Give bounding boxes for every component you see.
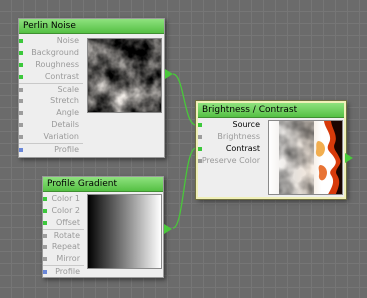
- result-preview-thumbnail: [268, 120, 343, 195]
- port-details[interactable]: Details: [19, 119, 83, 131]
- port-connector-icon[interactable]: [43, 245, 47, 249]
- port-label: Repeat: [51, 242, 80, 251]
- port-connector-icon[interactable]: [19, 99, 23, 103]
- port-label: Preserve Color: [201, 156, 260, 165]
- port-label: Variation: [43, 132, 80, 141]
- port-connector-icon[interactable]: [198, 135, 202, 139]
- noise-preview-thumbnail: [87, 38, 162, 113]
- port-label: Scale: [57, 85, 79, 94]
- node-brightness-contrast[interactable]: Brightness / Contrast Source Brightness …: [196, 101, 353, 199]
- port-color-2[interactable]: Color 2: [43, 205, 84, 217]
- port-connector-icon[interactable]: [198, 123, 202, 127]
- port-connector-icon[interactable]: [19, 148, 23, 152]
- port-label: Color 2: [51, 206, 80, 215]
- port-label: Profile: [55, 267, 80, 276]
- port-label: Mirror: [56, 254, 80, 263]
- port-label: Contrast: [225, 144, 260, 153]
- port-label: Noise: [56, 36, 79, 45]
- result-preview-image: [269, 121, 342, 194]
- noise-preview-image: [88, 39, 161, 112]
- port-stretch[interactable]: Stretch: [19, 95, 83, 107]
- port-mirror[interactable]: Mirror: [43, 253, 84, 265]
- port-label: Color 1: [51, 194, 80, 203]
- port-label: Source: [232, 120, 260, 129]
- port-label: Stretch: [50, 96, 79, 105]
- port-label: Rotate: [53, 231, 80, 240]
- port-label: Background: [31, 48, 79, 57]
- output-port-icon[interactable]: [165, 69, 173, 79]
- port-connector-icon[interactable]: [198, 147, 202, 151]
- port-source[interactable]: Source: [198, 119, 264, 131]
- port-connector-icon[interactable]: [19, 88, 23, 92]
- port-connector-icon[interactable]: [198, 159, 202, 163]
- port-label: Brightness: [217, 132, 260, 141]
- node-title[interactable]: Profile Gradient: [43, 177, 163, 192]
- port-roughness[interactable]: Roughness: [19, 59, 83, 71]
- port-offset[interactable]: Offset: [43, 217, 84, 229]
- port-connector-icon[interactable]: [19, 111, 23, 115]
- port-list: Color 1 Color 2 Offset Rotate Repeat Mir…: [43, 193, 84, 277]
- port-connector-icon[interactable]: [43, 257, 47, 261]
- port-label: Details: [51, 120, 79, 129]
- port-angle[interactable]: Angle: [19, 107, 83, 119]
- port-label: Contrast: [44, 72, 79, 81]
- port-background[interactable]: Background: [19, 47, 83, 59]
- port-connector-icon[interactable]: [19, 135, 23, 139]
- port-color-1[interactable]: Color 1: [43, 193, 84, 205]
- port-connector-icon[interactable]: [43, 197, 47, 201]
- port-preserve-color[interactable]: Preserve Color: [198, 155, 264, 167]
- port-contrast[interactable]: Contrast: [198, 143, 264, 155]
- port-connector-icon[interactable]: [43, 209, 47, 213]
- port-repeat[interactable]: Repeat: [43, 241, 84, 253]
- port-noise[interactable]: Noise: [19, 35, 83, 47]
- port-label: Profile: [54, 145, 79, 154]
- port-rotate[interactable]: Rotate: [43, 229, 84, 241]
- port-connector-icon[interactable]: [19, 63, 23, 67]
- wire-perlin-to-source: [172, 73, 197, 126]
- port-profile[interactable]: Profile: [19, 143, 83, 155]
- port-connector-icon[interactable]: [43, 234, 47, 238]
- port-brightness[interactable]: Brightness: [198, 131, 264, 143]
- node-title[interactable]: Perlin Noise: [19, 19, 164, 34]
- port-connector-icon[interactable]: [19, 75, 23, 79]
- port-list: Noise Background Roughness Contrast Scal…: [19, 35, 83, 155]
- gradient-preview-thumbnail: [87, 194, 162, 269]
- port-list: Source Brightness Contrast Preserve Colo…: [198, 119, 264, 167]
- port-connector-icon[interactable]: [43, 270, 47, 274]
- port-profile[interactable]: Profile: [43, 265, 84, 277]
- port-connector-icon[interactable]: [19, 123, 23, 127]
- port-connector-icon[interactable]: [43, 221, 47, 225]
- port-label: Angle: [56, 108, 79, 117]
- port-variation[interactable]: Variation: [19, 131, 83, 143]
- node-perlin-noise[interactable]: Perlin Noise Noise Background Roughness …: [18, 18, 173, 158]
- port-connector-icon[interactable]: [19, 51, 23, 55]
- wire-gradient-to-contrast: [172, 147, 197, 229]
- port-connector-icon[interactable]: [19, 39, 23, 43]
- output-port-icon[interactable]: [345, 153, 353, 163]
- node-title[interactable]: Brightness / Contrast: [198, 103, 344, 118]
- output-port-icon[interactable]: [164, 224, 172, 234]
- port-contrast[interactable]: Contrast: [19, 71, 83, 83]
- port-label: Roughness: [35, 60, 79, 69]
- port-scale[interactable]: Scale: [19, 83, 83, 95]
- node-profile-gradient[interactable]: Profile Gradient Color 1 Color 2 Offset …: [42, 176, 172, 278]
- port-label: Offset: [55, 218, 80, 227]
